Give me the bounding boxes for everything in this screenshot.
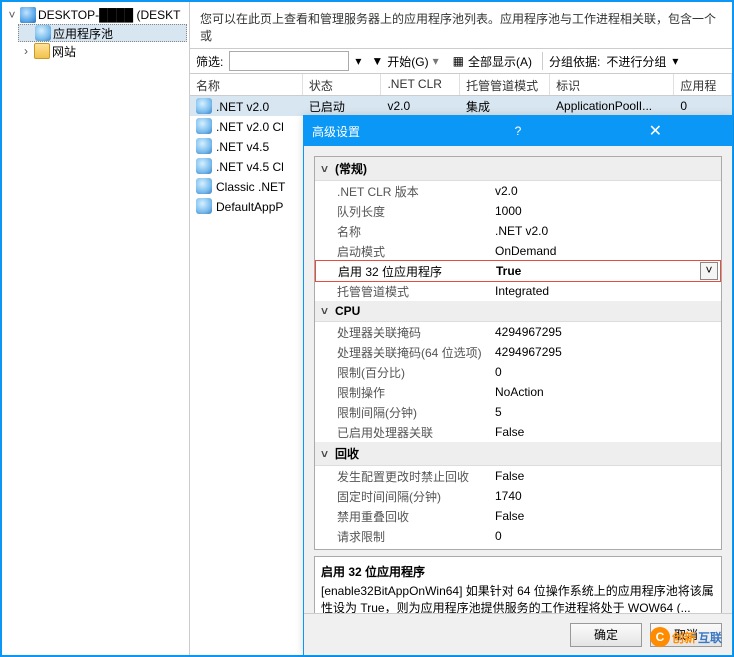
folder-icon <box>34 43 50 59</box>
tree-app-pools[interactable]: 应用程序池 <box>18 24 187 42</box>
tree-sites[interactable]: › 网站 <box>18 42 187 60</box>
app-pool-icon <box>196 138 212 154</box>
dropdown-icon[interactable]: ˅ <box>700 262 718 280</box>
col-clr[interactable]: .NET CLR <box>381 74 460 95</box>
prop-enable-32bit[interactable]: 启用 32 位应用程序True˅ <box>315 260 721 282</box>
grid-header: 名称 状态 .NET CLR 托管管道模式 标识 应用程 <box>190 74 732 96</box>
dialog-titlebar[interactable]: 高级设置 ? ✕ <box>304 116 732 146</box>
prop-row[interactable]: 启动模式OnDemand <box>315 241 721 261</box>
prop-row[interactable]: 已启用处理器关联False <box>315 422 721 442</box>
grid-icon: ▦ <box>453 54 464 68</box>
prop-row[interactable]: 限制操作NoAction <box>315 382 721 402</box>
prop-row[interactable]: ›生成回收事件日志条目 <box>315 546 721 550</box>
group-recycle[interactable]: ˅回收 <box>315 442 721 466</box>
help-body: [enable32BitAppOnWin64] 如果针对 64 位操作系统上的应… <box>321 584 714 613</box>
prop-row[interactable]: 队列长度1000 <box>315 201 721 221</box>
start-button: ▼开始(G) ▾ <box>367 53 442 70</box>
close-icon[interactable]: ✕ <box>587 121 724 141</box>
app-pool-icon <box>196 98 212 114</box>
app-pool-icon <box>196 158 212 174</box>
app-pool-icon <box>196 118 212 134</box>
prop-row[interactable]: 处理器关联掩码(64 位选项)4294967295 <box>315 342 721 362</box>
dropdown-icon[interactable]: ▾ <box>355 54 361 68</box>
app-pool-icon <box>196 198 212 214</box>
collapse-icon[interactable]: ˅ <box>321 304 335 318</box>
help-title: 启用 32 位应用程序 <box>321 563 715 580</box>
advanced-settings-dialog: 高级设置 ? ✕ ˅(常规) .NET CLR 版本v2.0 队列长度1000 … <box>303 115 733 656</box>
server-icon <box>20 7 36 23</box>
dialog-footer: 确定 取消 <box>304 613 732 655</box>
app-pool-icon <box>35 25 51 41</box>
prop-row[interactable]: 限制间隔(分钟)5 <box>315 402 721 422</box>
prop-row[interactable]: 名称.NET v2.0 <box>315 221 721 241</box>
collapse-icon[interactable]: ˅ <box>321 447 335 461</box>
groupby-label: 分组依据: <box>549 53 600 70</box>
chevron-down-icon[interactable]: ˅ <box>6 8 18 22</box>
prop-row[interactable]: 发生配置更改时禁止回收False <box>315 466 721 486</box>
prop-row[interactable]: 请求限制0 <box>315 526 721 546</box>
groupby-value[interactable]: 不进行分组 <box>606 53 666 70</box>
expand-icon[interactable]: › <box>323 550 337 551</box>
prop-row[interactable]: 禁用重叠回收False <box>315 506 721 526</box>
separator <box>542 52 543 70</box>
table-row[interactable]: .NET v2.0 已启动 v2.0 集成 ApplicationPoolI..… <box>190 96 732 116</box>
tree-root-label: DESKTOP-████ (DESKT <box>38 8 180 22</box>
tree-app-pools-label: 应用程序池 <box>53 25 113 42</box>
prop-row[interactable]: 处理器关联掩码4294967295 <box>315 322 721 342</box>
col-state[interactable]: 状态 <box>303 74 382 95</box>
col-apps[interactable]: 应用程 <box>674 74 732 95</box>
col-pipe[interactable]: 托管管道模式 <box>460 74 550 95</box>
group-cpu[interactable]: ˅CPU <box>315 301 721 322</box>
cancel-button[interactable]: 取消 <box>650 623 722 647</box>
ok-button[interactable]: 确定 <box>570 623 642 647</box>
dialog-title: 高级设置 <box>312 123 449 140</box>
dropdown-icon[interactable]: ▾ <box>672 54 678 68</box>
col-ident[interactable]: 标识 <box>550 74 674 95</box>
property-grid: ˅(常规) .NET CLR 版本v2.0 队列长度1000 名称.NET v2… <box>314 156 722 550</box>
show-all-button[interactable]: ▦全部显示(A) <box>449 53 536 70</box>
col-name[interactable]: 名称 <box>190 74 303 95</box>
filter-input[interactable] <box>229 51 349 71</box>
page-description: 您可以在此页上查看和管理服务器上的应用程序池列表。应用程序池与工作进程相关联，包… <box>190 2 732 48</box>
prop-row[interactable]: 限制(百分比)0 <box>315 362 721 382</box>
tree-sites-label: 网站 <box>52 43 76 60</box>
collapse-icon[interactable]: ˅ <box>321 162 335 176</box>
help-icon[interactable]: ? <box>449 124 586 138</box>
tree-root[interactable]: ˅ DESKTOP-████ (DESKT <box>4 6 187 24</box>
prop-row[interactable]: 托管管道模式Integrated <box>315 281 721 301</box>
group-general[interactable]: ˅(常规) <box>315 157 721 181</box>
property-description: 启用 32 位应用程序 [enable32BitAppOnWin64] 如果针对… <box>314 556 722 613</box>
play-icon: ▼ <box>371 54 383 68</box>
prop-row[interactable]: .NET CLR 版本v2.0 <box>315 181 721 201</box>
app-pool-icon <box>196 178 212 194</box>
prop-row[interactable]: 固定时间间隔(分钟)1740 <box>315 486 721 506</box>
filter-bar: 筛选: ▾ ▼开始(G) ▾ ▦全部显示(A) 分组依据: 不进行分组 ▾ <box>190 48 732 74</box>
chevron-right-icon[interactable]: › <box>20 44 32 58</box>
tree-panel: ˅ DESKTOP-████ (DESKT 应用程序池 › 网站 <box>2 2 190 655</box>
filter-label: 筛选: <box>196 53 223 70</box>
